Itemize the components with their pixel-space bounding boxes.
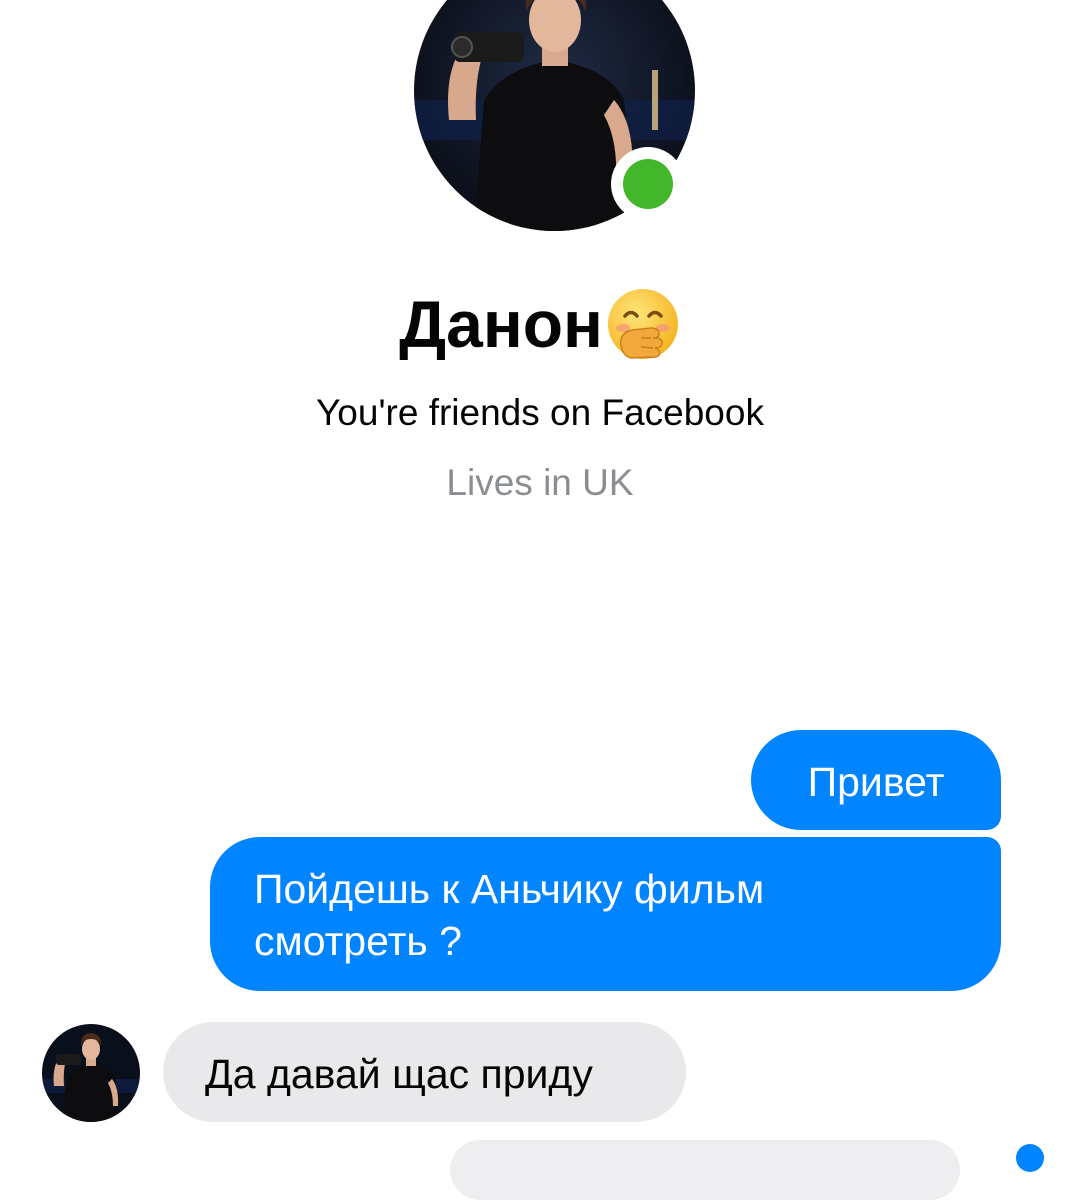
message-bubble-outgoing[interactable]: Пойдешь к Аньчику фильм смотреть ? bbox=[210, 837, 1001, 991]
message-text: Да давай щас приду bbox=[205, 1051, 593, 1097]
online-status-icon bbox=[611, 147, 685, 221]
profile-name: Данон bbox=[399, 287, 603, 361]
message-text: Привет bbox=[807, 759, 945, 805]
message-bubble-partial[interactable] bbox=[450, 1140, 960, 1200]
read-receipt-icon bbox=[1010, 1138, 1050, 1178]
profile-avatar[interactable] bbox=[414, 0, 695, 231]
friends-status-text: You're friends on Facebook bbox=[316, 392, 764, 433]
message-bubble-incoming[interactable]: Да давай щас приду bbox=[163, 1022, 686, 1122]
face-with-hand-over-mouth-emoji-icon bbox=[605, 286, 681, 362]
sender-avatar-icon[interactable] bbox=[42, 1024, 140, 1122]
message-text: Пойдешь к Аньчику фильм смотреть ? bbox=[254, 866, 765, 964]
message-bubble-outgoing[interactable]: Привет bbox=[751, 730, 1001, 830]
location-text: Lives in UK bbox=[446, 462, 634, 503]
profile-name-row: Данон bbox=[0, 286, 1080, 362]
